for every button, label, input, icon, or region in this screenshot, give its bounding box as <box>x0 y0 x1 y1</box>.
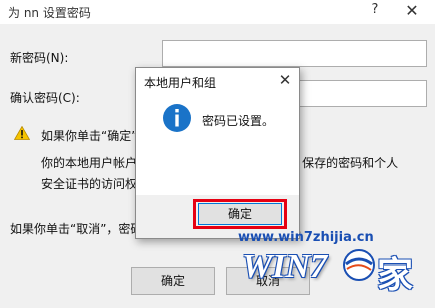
dialog-title: 为 nn 设置密码 <box>8 6 91 20</box>
message-box-title: 本地用户和组 <box>144 76 217 90</box>
warning-icon <box>14 126 30 140</box>
ok-button[interactable]: 确定 <box>131 267 215 295</box>
new-password-field[interactable] <box>162 40 427 67</box>
warning-body-line2: 安全证书的访问权 <box>41 177 138 191</box>
new-password-label: 新密码(N): <box>10 51 69 65</box>
confirm-password-label: 确认密码(C): <box>10 91 80 105</box>
message-box-ok-button[interactable]: 确定 <box>198 203 282 225</box>
message-box-content <box>136 94 299 195</box>
info-icon <box>163 104 191 132</box>
watermark-logo-char: 家 <box>377 255 414 296</box>
watermark-url: www.win7zhijia.cn <box>238 230 374 245</box>
message-text: 密码已设置。 <box>202 114 275 128</box>
warning-text: 如果你单击“确定” <box>41 129 138 143</box>
message-box: 本地用户和组 ✕ 密码已设置。 确定 <box>135 67 300 239</box>
watermark-ball-icon <box>343 249 375 281</box>
watermark-logo: WIN7 <box>242 248 328 285</box>
close-button[interactable]: ✕ <box>400 1 424 23</box>
message-box-close-button[interactable]: ✕ <box>276 71 294 89</box>
help-button[interactable]: ? <box>365 2 385 22</box>
